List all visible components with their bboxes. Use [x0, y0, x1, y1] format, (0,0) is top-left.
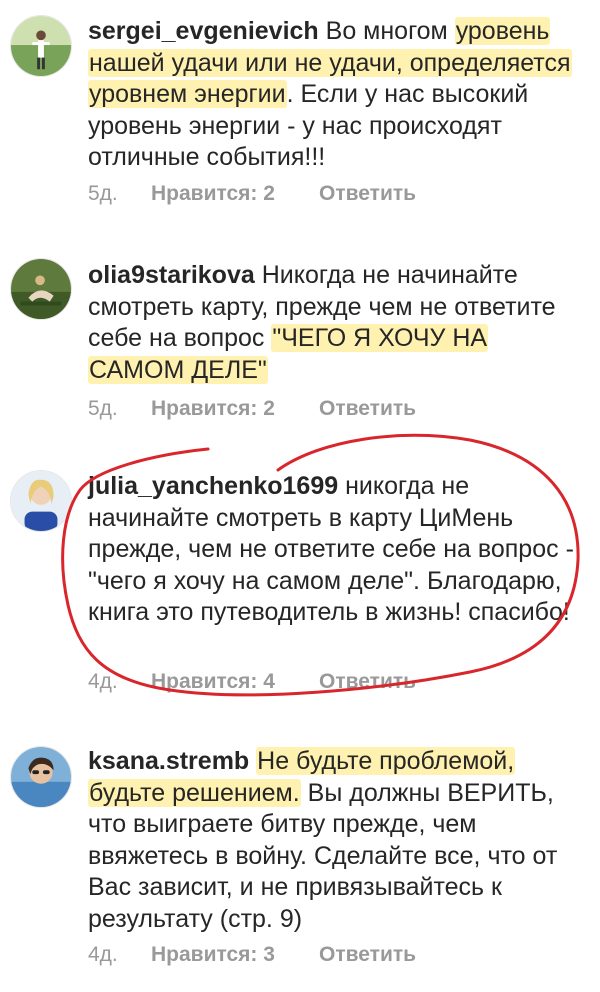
likes-count[interactable]: Нравится: 2	[151, 182, 319, 206]
avatar-image	[11, 259, 71, 319]
likes-count[interactable]: Нравится: 2	[151, 397, 319, 421]
comment-meta: 5д. Нравится: 2 Ответить	[88, 397, 416, 421]
avatar-image	[11, 747, 71, 807]
comment-username[interactable]: olia9starikova	[88, 261, 255, 289]
reply-button[interactable]: Ответить	[319, 670, 416, 694]
comment-username[interactable]: julia_yanchenko1699	[88, 472, 338, 500]
comment-meta: 5д. Нравится: 2 Ответить	[88, 182, 416, 206]
comment-time: 5д.	[88, 397, 118, 420]
comment-text: ksana.stremb Не будьте проблемой, будьте…	[88, 746, 588, 935]
comment-text: sergei_evgenievich Во многом уровень наш…	[88, 16, 588, 174]
avatar[interactable]	[10, 15, 72, 77]
comment-meta: 4д. Нравится: 3 Ответить	[88, 943, 416, 967]
reply-button[interactable]: Ответить	[319, 397, 416, 421]
avatar[interactable]	[10, 746, 72, 808]
comment-body: Во многом	[318, 17, 455, 45]
avatar[interactable]	[10, 470, 72, 532]
reply-button[interactable]: Ответить	[319, 182, 416, 206]
avatar-image	[11, 16, 71, 76]
comment-text: olia9starikova Никогда не начинайте смот…	[88, 260, 588, 386]
comment-time: 4д.	[88, 670, 118, 693]
likes-count[interactable]: Нравится: 4	[151, 670, 319, 694]
comment-username[interactable]: ksana.stremb	[88, 747, 249, 775]
comment-meta: 4д. Нравится: 4 Ответить	[88, 670, 416, 694]
comment-text: julia_yanchenko1699 никогда не начинайте…	[88, 471, 588, 629]
likes-count[interactable]: Нравится: 3	[151, 943, 319, 967]
comment-time: 4д.	[88, 943, 118, 966]
reply-button[interactable]: Ответить	[319, 943, 416, 967]
avatar[interactable]	[10, 258, 72, 320]
comment-time: 5д.	[88, 182, 118, 205]
avatar-image	[11, 471, 71, 531]
comment-username[interactable]: sergei_evgenievich	[88, 17, 319, 45]
